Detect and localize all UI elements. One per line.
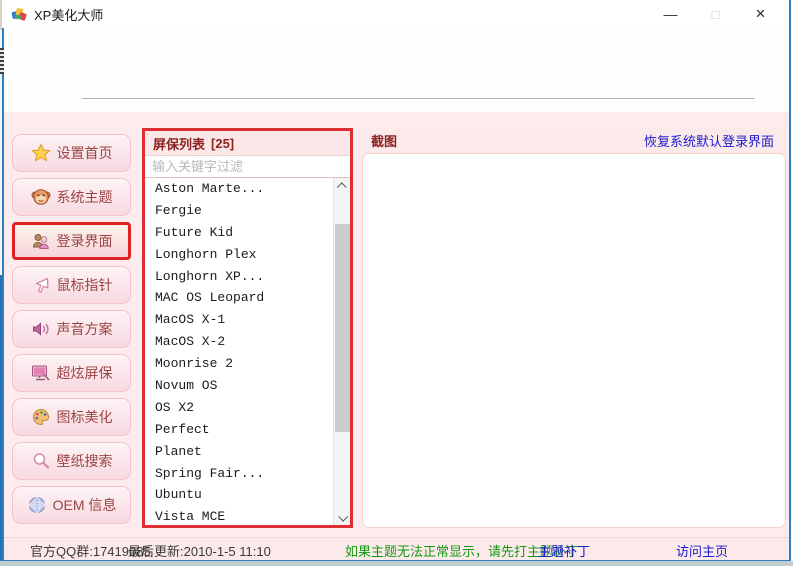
sidebar-item-label: 系统主题: [56, 189, 113, 205]
desktop-remnant: [0, 561, 793, 566]
list-item[interactable]: Perfect: [145, 419, 333, 441]
window-title: XP美化大师: [34, 7, 104, 23]
chevron-down-icon: [337, 511, 348, 522]
sidebar-item-label: OEM 信息: [52, 497, 117, 513]
list-item[interactable]: Spring Fair...: [145, 463, 333, 485]
sidebar-item-label: 声音方案: [56, 321, 113, 337]
minimize-button[interactable]: —: [648, 0, 693, 28]
screen: XP美化大师 — □ × 设置首页 系统主题 登录界面 鼠标指针 声音方案 超炫…: [0, 0, 793, 566]
app-logo-icon: [11, 6, 27, 22]
sidebar-item-sound-scheme[interactable]: 声音方案: [12, 310, 131, 348]
palette-icon: [31, 407, 51, 427]
monitor-icon: [31, 363, 51, 383]
list-item[interactable]: OS X2: [145, 397, 333, 419]
list-item[interactable]: Planet: [145, 441, 333, 463]
list-item[interactable]: MAC OS Leopard: [145, 287, 333, 309]
maximize-button[interactable]: □: [693, 0, 738, 28]
scroll-up-button[interactable]: [334, 178, 350, 194]
restore-default-login-link[interactable]: 恢复系统默认登录界面: [644, 131, 786, 150]
list-item[interactable]: MacOS X-2: [145, 331, 333, 353]
list-item[interactable]: Future Kid: [145, 222, 333, 244]
screensaver-list-title: 屏保列表: [153, 136, 206, 152]
list-item[interactable]: Longhorn XP...: [145, 266, 333, 288]
sidebar-item-oem-info[interactable]: OEM 信息: [12, 486, 131, 524]
banner-area: [4, 28, 789, 112]
scrollbar[interactable]: [333, 178, 350, 525]
sidebar-item-label: 登录界面: [56, 233, 113, 249]
screensaver-count-badge: [25]: [211, 135, 235, 151]
list-item[interactable]: Aston Marte...: [145, 178, 333, 200]
banner-divider: [82, 98, 755, 99]
list-item[interactable]: Ubuntu: [145, 484, 333, 506]
last-update-text: 最后更新:2010-1-5 11:10: [128, 544, 271, 559]
list-item[interactable]: Novum OS: [145, 375, 333, 397]
list-item[interactable]: MacOS X-1: [145, 309, 333, 331]
sidebar-item-label: 设置首页: [56, 145, 113, 161]
status-bar: 官方QQ群:17419085 最后更新:2010-1-5 11:10 如果主题无…: [4, 537, 789, 560]
cursor-icon: [31, 275, 51, 295]
theme-patch-link[interactable]: 主题补丁: [538, 541, 590, 560]
star-icon: [30, 143, 51, 163]
sidebar-item-label: 超炫屏保: [56, 365, 113, 381]
sidebar-item-login-ui[interactable]: 登录界面: [12, 222, 131, 260]
chevron-up-icon: [336, 181, 347, 192]
sidebar-item-system-theme[interactable]: 系统主题: [12, 178, 131, 216]
title-bar: XP美化大师 — □ ×: [2, 0, 789, 28]
sidebar-item-wallpaper-search[interactable]: 壁纸搜索: [12, 442, 131, 480]
sidebar: 设置首页 系统主题 登录界面 鼠标指针 声音方案 超炫屏保 图标美化 壁纸搜索 …: [12, 134, 131, 530]
screensaver-panel: 屏保列表 [25] Aston Marte...FergieFuture Kid…: [142, 128, 353, 528]
sidebar-item-icon-beautify[interactable]: 图标美化: [12, 398, 131, 436]
monkey-icon: [31, 187, 51, 207]
scroll-down-button[interactable]: [334, 509, 350, 525]
filter-input[interactable]: [145, 156, 350, 178]
sidebar-item-label: 图标美化: [56, 409, 113, 425]
preview-content-area: [362, 153, 786, 528]
screensaver-panel-header: 屏保列表 [25]: [145, 131, 350, 156]
screensaver-list: Aston Marte... Fergie Future Kid Longhorn P…: [145, 178, 333, 525]
preview-title: 截图: [371, 134, 398, 149]
close-button[interactable]: ×: [738, 0, 783, 28]
sidebar-item-set-homepage[interactable]: 设置首页: [12, 134, 131, 172]
users-icon: [31, 231, 51, 251]
sidebar-item-screensaver[interactable]: 超炫屏保: [12, 354, 131, 392]
preview-panel: 截图 恢复系统默认登录界面: [362, 128, 786, 528]
magnifier-icon: [31, 451, 51, 471]
sidebar-item-label: 鼠标指针: [56, 277, 113, 293]
list-item[interactable]: Moonrise 2: [145, 353, 333, 375]
preview-panel-header: 截图 恢复系统默认登录界面: [362, 128, 786, 153]
sidebar-item-label: 壁纸搜索: [56, 453, 113, 469]
list-item[interactable]: Fergie: [145, 200, 333, 222]
scrollbar-thumb[interactable]: [335, 224, 350, 432]
list-item[interactable]: Longhorn Plex: [145, 244, 333, 266]
sidebar-item-mouse-pointer[interactable]: 鼠标指针: [12, 266, 131, 304]
visit-homepage-link[interactable]: 访问主页: [676, 541, 728, 560]
globe-icon: [27, 495, 47, 515]
speaker-icon: [31, 319, 51, 339]
list-item[interactable]: Vista MCE: [145, 506, 333, 525]
window-controls: — □ ×: [648, 0, 783, 28]
